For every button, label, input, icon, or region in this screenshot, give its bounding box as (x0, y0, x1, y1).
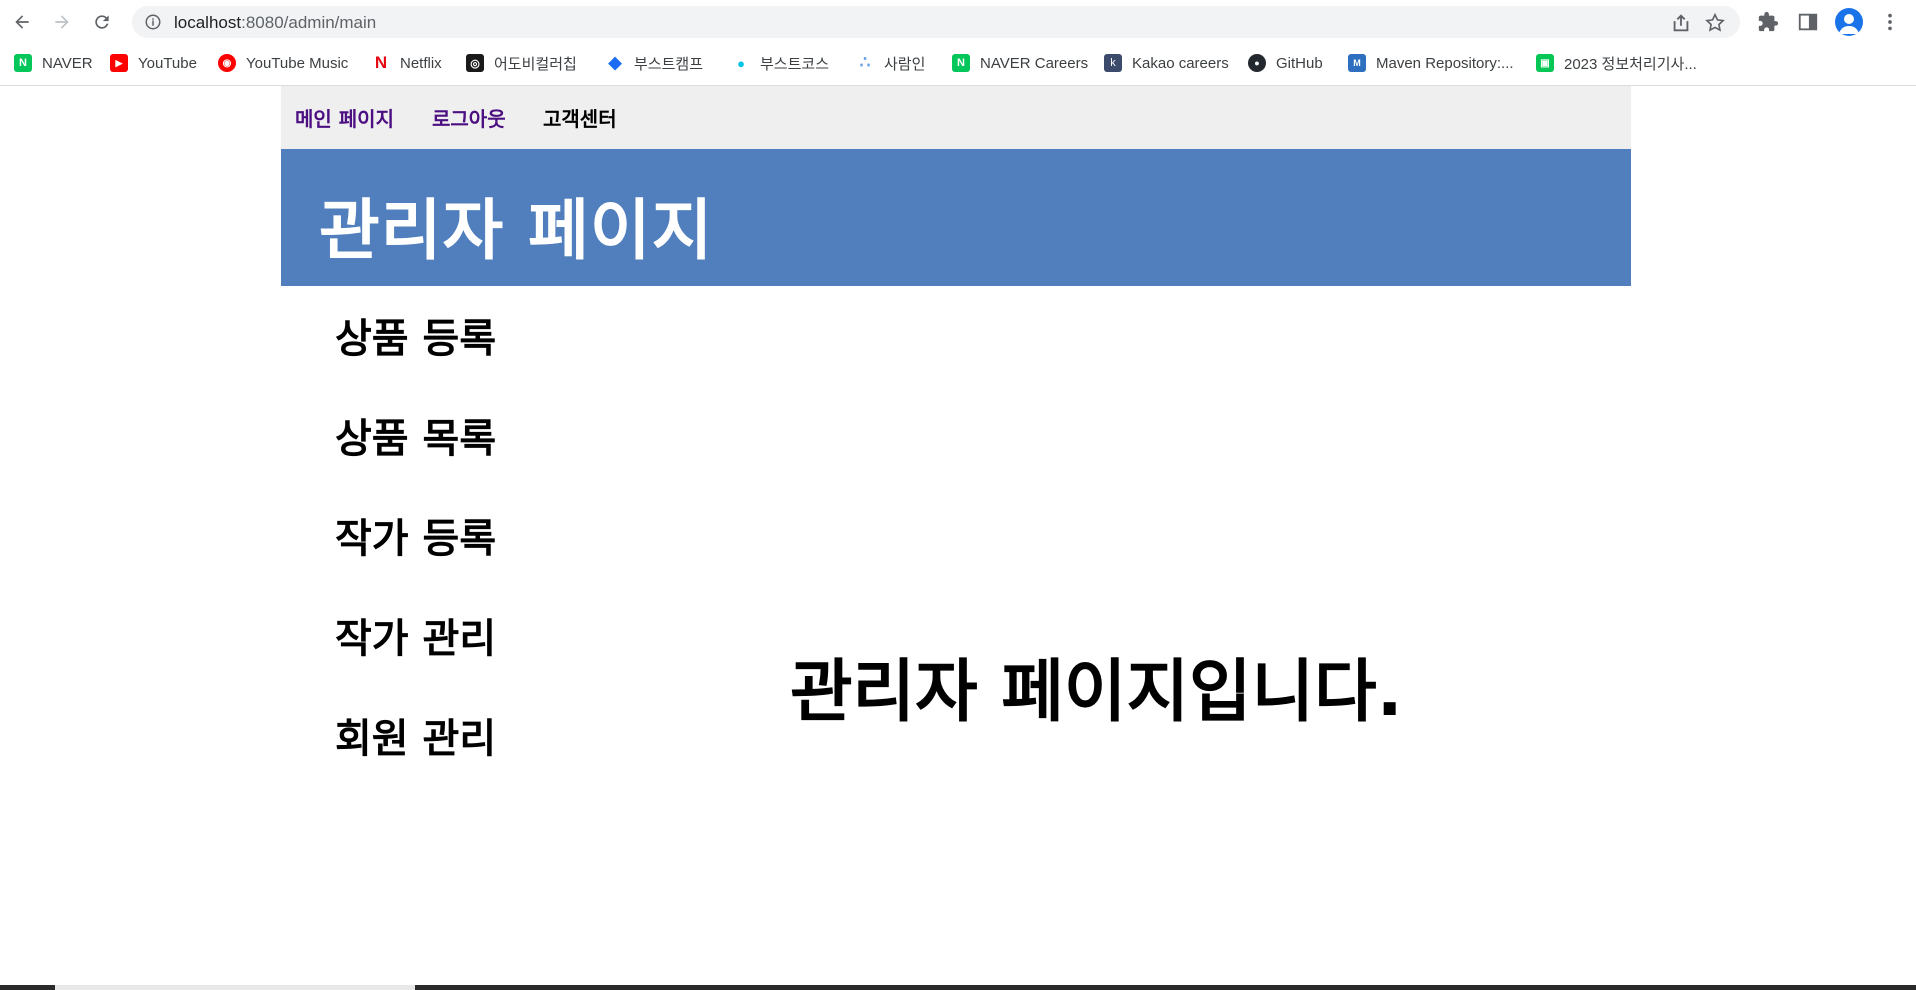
bookmark-netflix[interactable]: N Netflix (372, 50, 442, 76)
bookmark-boostcourse[interactable]: ● 부스트코스 (732, 50, 829, 76)
url-host: localhost (174, 13, 242, 32)
welcome-message: 관리자 페이지입니다. (790, 653, 1403, 732)
menu-author-register[interactable]: 작가 등록 (335, 506, 496, 564)
bookmark-label: Maven Repository:... (1376, 54, 1514, 72)
top-navigation: 메인 페이지 로그아웃 고객센터 (281, 86, 1631, 149)
reload-icon (95, 15, 109, 29)
bookmark-label: YouTube (138, 54, 197, 72)
bookmark-saramin[interactable]: ∴ 사람인 (856, 50, 926, 76)
bookmark-label: Netflix (400, 54, 442, 72)
boostcamp-icon: ◆ (608, 53, 622, 72)
saramin-icon: ∴ (859, 53, 871, 72)
nav-logout-link[interactable]: 로그아웃 (432, 103, 506, 132)
info-icon[interactable] (144, 13, 162, 31)
kebab-menu-icon (1888, 13, 1892, 31)
bookmark-label: 사람인 (884, 55, 926, 73)
bookmark-kakao-careers[interactable]: k Kakao careers (1104, 50, 1229, 76)
taskbar-segment (55, 985, 415, 990)
bookmarks-bar: N NAVER ▶ YouTube ◉ YouTube Music N Netflix … (0, 48, 1916, 78)
taskbar-strip (0, 985, 1916, 990)
bookmark-label: 부스트캠프 (634, 55, 704, 73)
forward-arrow-icon (55, 15, 69, 29)
profile-icon (1839, 14, 1859, 34)
menu-button[interactable] (1878, 10, 1902, 34)
side-panel-icon (1798, 13, 1818, 31)
menu-author-manage[interactable]: 작가 관리 (335, 606, 496, 664)
maven-icon: M (1348, 54, 1366, 72)
browser-toolbar: localhost:8080/admin/main (0, 0, 1916, 44)
bookmark-info-processing[interactable]: ▣ 2023 정보처리기사... (1536, 50, 1697, 76)
extensions-button[interactable] (1756, 10, 1780, 34)
share-icon[interactable] (1670, 12, 1692, 34)
chat-icon: ▣ (1536, 54, 1554, 72)
page-header: 관리자 페이지 (281, 149, 1631, 286)
browser-chrome: localhost:8080/admin/main N NAVER ▶ YouTub… (0, 0, 1916, 86)
nav-customer-center-link[interactable]: 고객센터 (543, 103, 617, 132)
netflix-icon: N (374, 53, 388, 72)
bookmark-label: 어도비컬러칩 (494, 55, 577, 73)
menu-member-manage[interactable]: 회원 관리 (335, 706, 496, 764)
url-path: :8080/admin/main (241, 13, 377, 32)
forward-button[interactable] (48, 8, 76, 36)
adobe-color-icon: ◎ (466, 54, 484, 72)
bookmark-github[interactable]: ● GitHub (1248, 50, 1323, 76)
bookmark-label: GitHub (1276, 54, 1323, 72)
bookmark-label: 부스트코스 (760, 55, 830, 73)
bookmark-youtube-music[interactable]: ◉ YouTube Music (218, 50, 348, 76)
page-title: 관리자 페이지 (319, 192, 714, 269)
bookmark-naver-careers[interactable]: N NAVER Careers (952, 50, 1088, 76)
bookmark-star-icon[interactable] (1704, 12, 1726, 34)
bookmark-maven[interactable]: M Maven Repository:... (1348, 50, 1514, 76)
side-panel-button[interactable] (1796, 10, 1820, 34)
menu-product-list[interactable]: 상품 목록 (335, 406, 496, 464)
bookmark-boostcamp[interactable]: ◆ 부스트캠프 (606, 50, 703, 76)
kakao-careers-icon: k (1104, 54, 1122, 72)
bookmark-label: Kakao careers (1132, 54, 1229, 72)
bookmark-label: NAVER Careers (980, 54, 1089, 72)
bookmark-youtube[interactable]: ▶ YouTube (110, 50, 197, 76)
naver-icon: N (14, 54, 32, 72)
youtube-music-icon: ◉ (218, 54, 236, 72)
bookmark-naver[interactable]: N NAVER (14, 50, 93, 76)
address-bar[interactable]: localhost:8080/admin/main (132, 6, 1740, 38)
bookmark-label: NAVER (42, 54, 93, 72)
bookmark-adobe-color[interactable]: ◎ 어도비컬러칩 (466, 50, 577, 76)
nav-main-page-link[interactable]: 메인 페이지 (295, 103, 394, 132)
page-content: 메인 페이지 로그아웃 고객센터 관리자 페이지 상품 등록 상품 목록 작가 … (0, 86, 1916, 986)
boostcourse-icon: ● (737, 55, 745, 71)
puzzle-icon (1758, 11, 1779, 32)
url-text[interactable]: localhost:8080/admin/main (174, 13, 376, 33)
bookmark-label: YouTube Music (246, 54, 349, 72)
profile-avatar[interactable] (1835, 8, 1863, 36)
bookmark-label: 2023 정보처리기사... (1564, 55, 1697, 73)
github-icon: ● (1248, 54, 1266, 72)
naver-careers-icon: N (952, 54, 970, 72)
youtube-icon: ▶ (110, 54, 128, 72)
menu-product-register[interactable]: 상품 등록 (335, 306, 496, 364)
reload-button[interactable] (88, 8, 116, 36)
back-arrow-icon (15, 15, 29, 29)
back-button[interactable] (8, 8, 36, 36)
